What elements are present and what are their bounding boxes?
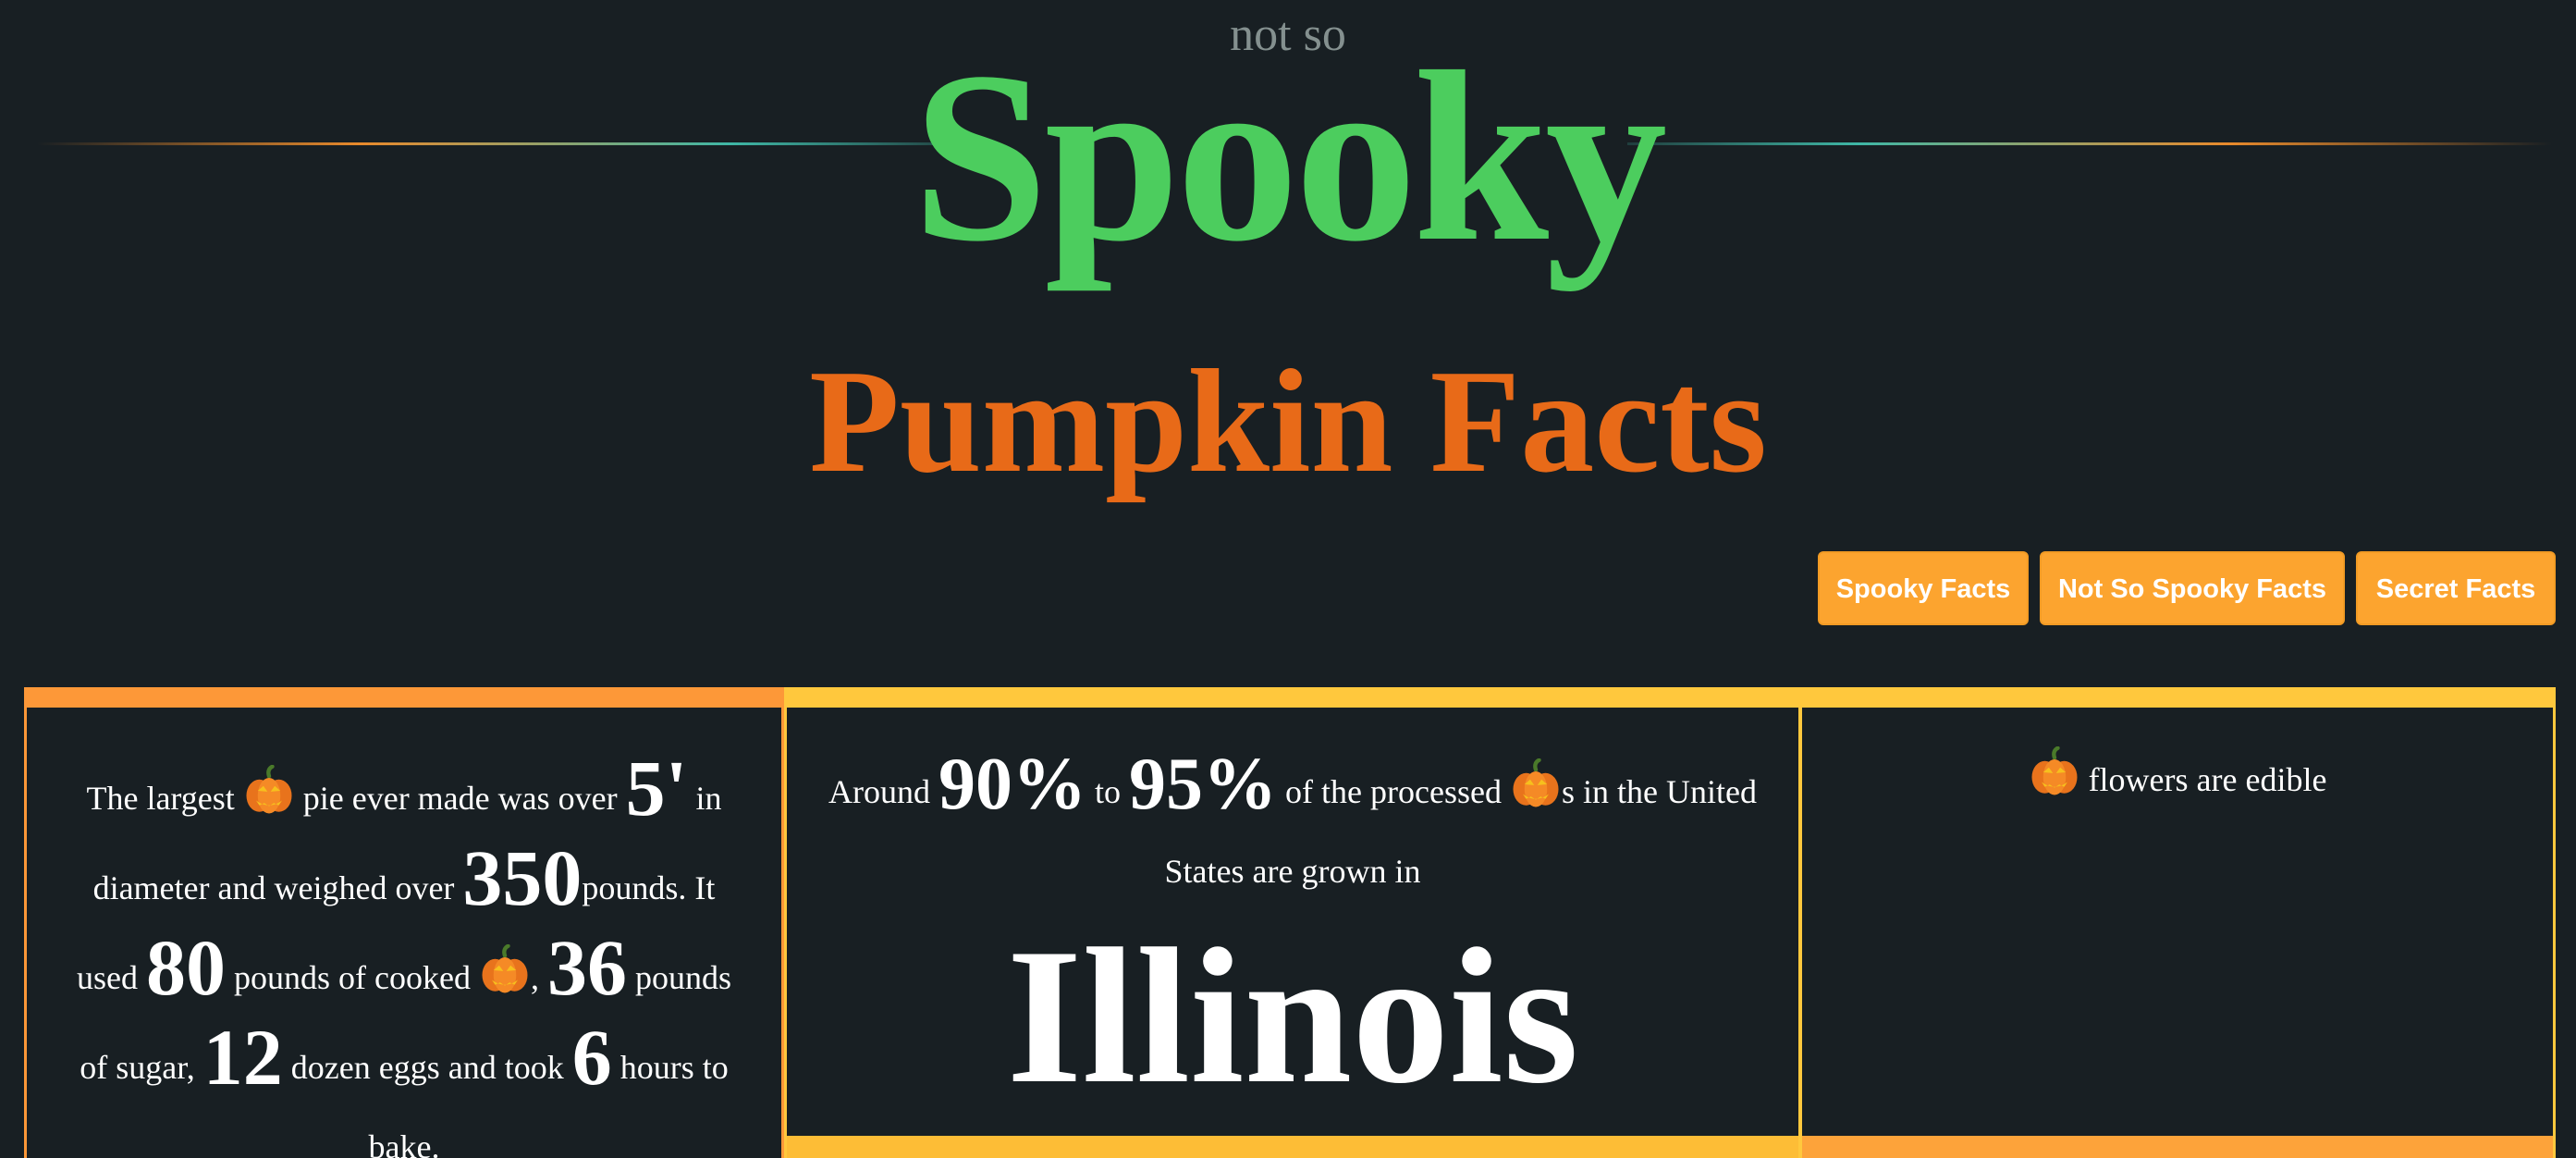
fact-number: 36	[546, 923, 627, 1012]
fact-text: flowers are edible	[1802, 708, 2553, 820]
fact-text-segment: pounds of cooked	[234, 959, 471, 996]
fact-card-illinois: Around 90% to 95% of the processed s in …	[784, 687, 1801, 1158]
jack-o-lantern-icon	[479, 944, 531, 996]
page-title: Spooky	[912, 22, 1667, 292]
secret-facts-button[interactable]: Secret Facts	[2356, 551, 2556, 625]
fact-text: The largest pie ever made was over 5' in…	[27, 708, 781, 1158]
fact-number: 350	[462, 833, 583, 922]
fact-text-segment: pie ever made was over	[302, 780, 618, 817]
fact-text-segment: ,	[530, 959, 539, 996]
spooky-facts-button[interactable]: Spooky Facts	[1818, 551, 2029, 625]
not-so-spooky-facts-button[interactable]: Not So Spooky Facts	[2040, 551, 2345, 625]
fact-number: 95%	[1129, 744, 1278, 825]
jack-o-lantern-icon	[1510, 758, 1562, 810]
fact-card-largest-pie: The largest pie ever made was over 5' in…	[24, 687, 784, 1158]
fact-number: 80	[146, 923, 226, 1012]
jack-o-lantern-icon	[243, 765, 295, 817]
fact-highlight-place: Illinois	[1006, 909, 1579, 1124]
fact-number: 12	[202, 1013, 283, 1102]
page-subtitle: Pumpkin Facts	[809, 339, 1767, 503]
page: not so Spooky Pumpkin Facts Spooky Facts…	[0, 0, 2576, 1158]
fact-text-segment: flowers are edible	[2088, 761, 2327, 798]
fact-text-segment: The largest	[86, 780, 235, 817]
fact-number: 6	[571, 1013, 612, 1102]
fact-text-segment: to	[1095, 773, 1122, 810]
fact-number: 5'	[625, 744, 688, 832]
card-bottom-strip	[1802, 1136, 2553, 1158]
fact-card-flowers: flowers are edible	[1799, 687, 2556, 1158]
fact-text-segment: dozen eggs and took	[290, 1049, 564, 1086]
card-bottom-strip	[787, 1136, 1798, 1158]
fact-text-segment: Around	[828, 773, 931, 810]
fact-text-segment: of the processed	[1285, 773, 1502, 810]
fact-text: Around 90% to 95% of the processed s in …	[787, 708, 1798, 1124]
jack-o-lantern-icon	[2029, 746, 2080, 798]
fact-number: 90%	[938, 744, 1087, 825]
